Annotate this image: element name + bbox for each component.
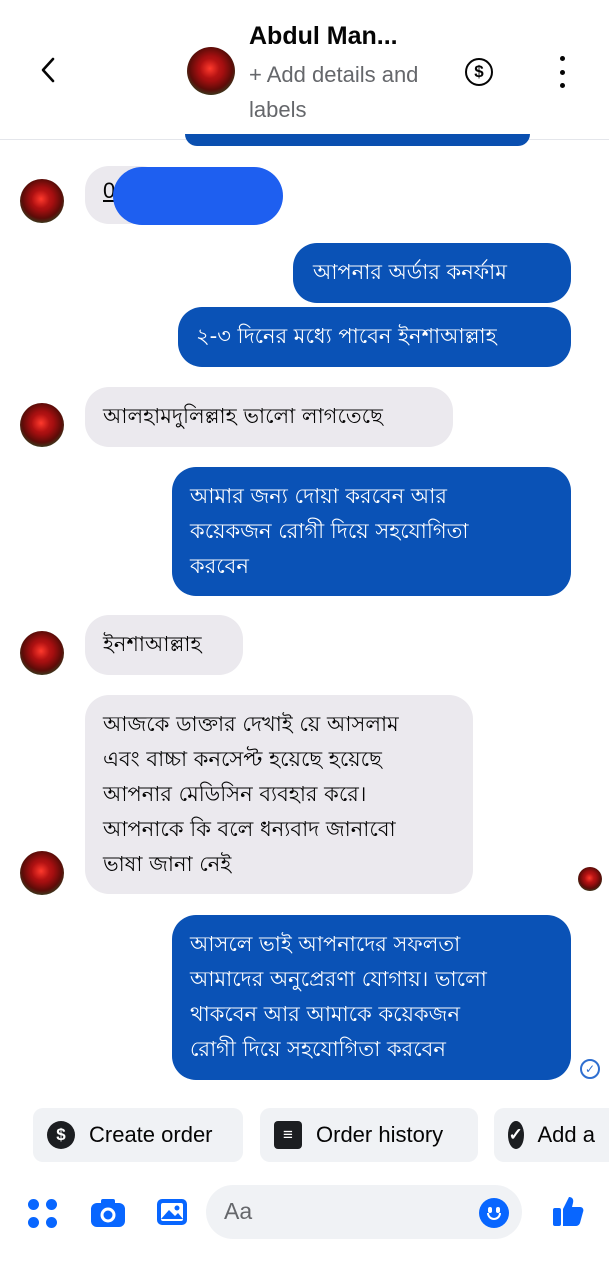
order-history-button[interactable]: ≡ Order history (260, 1108, 478, 1162)
message-line: এবং বাচ্চা কনসেপ্ট হয়েছে হয়েছে (103, 747, 382, 771)
payment-button[interactable]: $ (465, 58, 493, 86)
add-action-button[interactable]: ✓ Add a (494, 1108, 609, 1162)
outgoing-message[interactable]: আপনার অর্ডার কনর্ফাম (293, 243, 571, 303)
sender-avatar (20, 403, 64, 447)
message-line: ভাষা জানা নেই (103, 852, 232, 876)
chat-header: Abdul Man... + Add details and labels $ (0, 0, 609, 140)
gallery-icon[interactable] (155, 1196, 189, 1228)
message-line: করবেন (190, 554, 249, 578)
previous-message-edge (185, 134, 530, 146)
message-placeholder: Aa (224, 1198, 253, 1224)
message-line: কয়েকজন রোগী দিয়ে সহযোগিতা (190, 519, 469, 543)
message-line: থাকবেন আর আমাকে কয়েকজন (190, 1002, 461, 1026)
message-line: আপনাকে কি বলে ধন্যবাদ জানাবো (103, 817, 396, 841)
camera-icon[interactable] (90, 1196, 126, 1230)
message-line: আপনার মেডিসিন ব্যবহার করে। (103, 782, 367, 806)
incoming-message[interactable]: আলহামদুলিল্লাহ ভালো লাগতেছে (85, 387, 453, 447)
check-circle-icon: ✓ (508, 1121, 524, 1149)
order-history-label: Order history (316, 1122, 444, 1147)
more-options-icon[interactable] (548, 56, 576, 88)
chevron-left-icon (41, 57, 55, 83)
redaction-overlay (113, 167, 283, 225)
outgoing-message[interactable]: আমার জন্য দোয়া করবেন আর কয়েকজন রোগী দি… (172, 467, 571, 596)
message-line: আসলে ভাই আপনাদের সফলতা (190, 932, 461, 956)
outgoing-message[interactable]: আসলে ভাই আপনাদের সফলতা আমাদের অনুপ্রেরণা… (172, 915, 571, 1080)
like-icon[interactable] (550, 1193, 586, 1229)
outgoing-message[interactable]: ২-৩ দিনের মধ্যে পাবেন ইনশাআল্লাহ (178, 307, 571, 367)
emoji-icon[interactable] (479, 1198, 509, 1228)
sender-avatar (20, 179, 64, 223)
seen-by-avatar (578, 867, 602, 891)
message-line: আমাদের অনুপ্রেরণা যোগায়। ভালো (190, 967, 487, 991)
sender-avatar (20, 631, 64, 675)
message-line: আজকে ডাক্তার দেখাই য়ে আসলাম (103, 712, 399, 736)
incoming-message[interactable]: আজকে ডাক্তার দেখাই য়ে আসলাম এবং বাচ্চা … (85, 695, 473, 894)
contact-name[interactable]: Abdul Man... (249, 22, 398, 51)
receipt-icon: ≡ (274, 1121, 302, 1149)
sent-check-icon: ✓ (580, 1059, 600, 1079)
apps-icon[interactable] (28, 1198, 58, 1228)
sender-avatar (20, 851, 64, 895)
message-input[interactable] (206, 1185, 522, 1239)
create-order-label: Create order (89, 1122, 213, 1147)
create-order-button[interactable]: $ Create order (33, 1108, 243, 1162)
message-line: আমার জন্য দোয়া করবেন আর (190, 484, 447, 508)
dollar-icon: $ (47, 1121, 75, 1149)
contact-avatar[interactable] (187, 47, 235, 95)
add-details-link[interactable]: + Add details and labels (249, 57, 439, 127)
message-line: রোগী দিয়ে সহযোগিতা করবেন (190, 1037, 446, 1061)
back-button[interactable] (30, 52, 66, 88)
add-action-label: Add a (537, 1122, 596, 1147)
incoming-message[interactable]: ইনশাআল্লাহ (85, 615, 243, 675)
